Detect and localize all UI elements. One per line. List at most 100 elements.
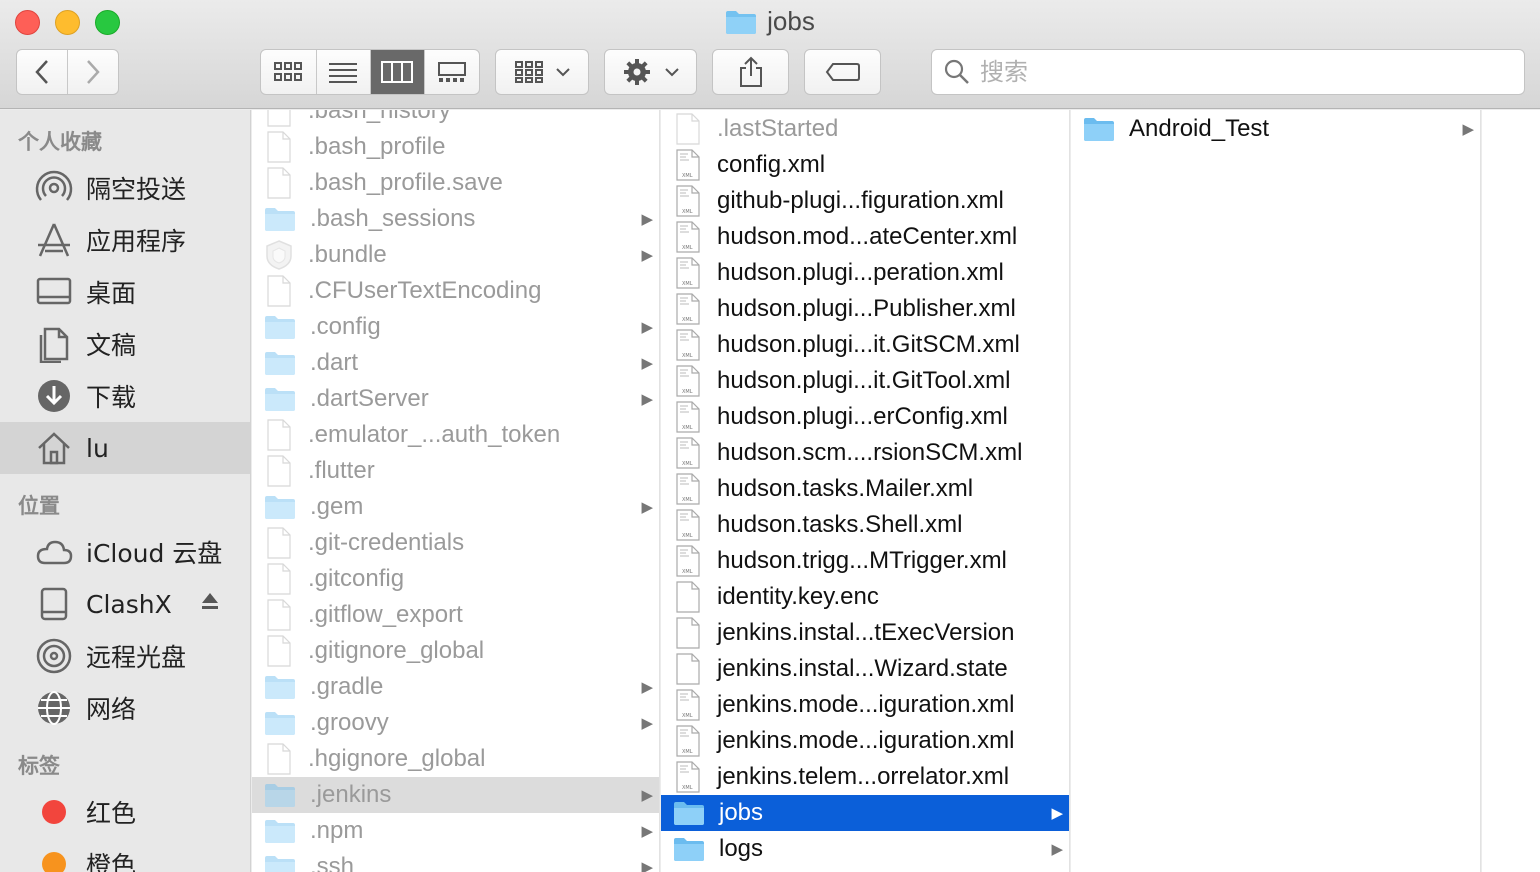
- svg-text:XML: XML: [682, 713, 693, 719]
- item-name: jenkins.instal...Wizard.state: [717, 655, 1008, 682]
- file-row[interactable]: XML hudson.mod...ateCenter.xml: [661, 219, 1069, 255]
- folder-row[interactable]: .gradle ▶: [252, 669, 659, 705]
- file-row[interactable]: jenkins.instal...Wizard.state: [661, 651, 1069, 687]
- item-name: hudson.mod...ateCenter.xml: [717, 223, 1018, 250]
- sidebar-item[interactable]: 下载: [0, 370, 250, 422]
- file-row[interactable]: .emulator_...auth_token: [252, 417, 659, 453]
- file-row[interactable]: .git-credentials: [252, 525, 659, 561]
- group-by-button[interactable]: [495, 49, 589, 95]
- file-row[interactable]: XML hudson.scm....rsionSCM.xml: [661, 435, 1069, 471]
- file-row[interactable]: .bash_profile: [252, 129, 659, 165]
- sidebar-item[interactable]: 桌面: [0, 266, 250, 318]
- folder-icon: [265, 820, 295, 843]
- folder-row[interactable]: .dartServer ▶: [252, 381, 659, 417]
- folder-row[interactable]: .gem ▶: [252, 489, 659, 525]
- gallery-view-button[interactable]: [425, 50, 479, 94]
- file-row[interactable]: XML config.xml: [661, 147, 1069, 183]
- sidebar-item[interactable]: 应用程序: [0, 214, 250, 266]
- share-button[interactable]: [712, 49, 789, 95]
- file-row[interactable]: .gitignore_global: [252, 633, 659, 669]
- file-row[interactable]: XML hudson.plugi...Publisher.xml: [661, 291, 1069, 327]
- item-name: hudson.plugi...peration.xml: [717, 259, 1004, 286]
- file-row[interactable]: XML hudson.plugi...peration.xml: [661, 255, 1069, 291]
- column-view-button[interactable]: [371, 50, 425, 94]
- disk-icon: [34, 584, 74, 624]
- file-row[interactable]: XML hudson.tasks.Shell.xml: [661, 507, 1069, 543]
- folder-icon: [265, 676, 295, 699]
- folder-row[interactable]: .groovy ▶: [252, 705, 659, 741]
- folder-icon: [265, 388, 295, 411]
- sidebar-item-label: ClashX: [86, 589, 172, 619]
- chevron-down-icon: [556, 68, 570, 77]
- item-name: .flutter: [308, 457, 375, 484]
- file-row[interactable]: XML jenkins.telem...orrelator.xml: [661, 759, 1069, 795]
- document-icon: [267, 743, 291, 775]
- forward-button[interactable]: [68, 50, 119, 94]
- folder-row[interactable]: logs ▶: [661, 831, 1069, 867]
- sidebar-item-label: 下载: [86, 383, 137, 412]
- column-jobs: Android_Test ▶: [1071, 110, 1481, 872]
- document-icon: [267, 455, 291, 487]
- search-input[interactable]: [980, 58, 1500, 86]
- sidebar-item-label: 橙色: [86, 851, 137, 872]
- icon-view-button[interactable]: [261, 50, 317, 94]
- chevron-down-icon: [664, 68, 679, 77]
- file-row[interactable]: .lastStarted: [661, 111, 1069, 147]
- sidebar-item[interactable]: 红色: [0, 786, 250, 838]
- search-field[interactable]: [931, 49, 1525, 95]
- chevron-left-icon: [35, 60, 48, 84]
- edit-tags-button[interactable]: [804, 49, 881, 95]
- file-row[interactable]: .gitflow_export: [252, 597, 659, 633]
- xml-file-icon: XML: [676, 473, 700, 505]
- folder-row[interactable]: jobs ▶: [661, 795, 1069, 831]
- sidebar-item[interactable]: 橙色: [0, 838, 250, 872]
- file-row[interactable]: XML hudson.plugi...erConfig.xml: [661, 399, 1069, 435]
- folder-row[interactable]: .ssh ▶: [252, 849, 659, 872]
- sidebar-item[interactable]: lu: [0, 422, 250, 474]
- sidebar-item[interactable]: 文稿: [0, 318, 250, 370]
- file-row[interactable]: XML jenkins.mode...iguration.xml: [661, 687, 1069, 723]
- item-name: .gitignore_global: [308, 637, 485, 664]
- action-button[interactable]: [604, 49, 697, 95]
- file-row[interactable]: .CFUserTextEncoding: [252, 273, 659, 309]
- file-row[interactable]: XML hudson.plugi...it.GitSCM.xml: [661, 327, 1069, 363]
- file-row[interactable]: .bundle ▶: [252, 237, 659, 273]
- file-row[interactable]: .hgignore_global: [252, 741, 659, 777]
- file-row[interactable]: XML jenkins.mode...iguration.xml: [661, 723, 1069, 759]
- xml-file-icon: XML: [676, 725, 700, 757]
- sidebar-item[interactable]: 隔空投送: [0, 162, 250, 214]
- file-row[interactable]: XML github-plugi...figuration.xml: [661, 183, 1069, 219]
- sidebar-item[interactable]: 远程光盘: [0, 630, 250, 682]
- file-row[interactable]: .gitconfig: [252, 561, 659, 597]
- file-row[interactable]: XML hudson.trigg...MTrigger.xml: [661, 543, 1069, 579]
- file-row[interactable]: XML hudson.plugi...it.GitTool.xml: [661, 363, 1069, 399]
- gear-icon: [623, 59, 650, 85]
- folder-row[interactable]: .bash_sessions ▶: [252, 201, 659, 237]
- folder-icon: [265, 856, 295, 872]
- sidebar-item[interactable]: 网络: [0, 682, 250, 734]
- file-row[interactable]: identity.key.enc: [661, 579, 1069, 615]
- folder-row[interactable]: .dart ▶: [252, 345, 659, 381]
- folder-row[interactable]: Android_Test ▶: [1071, 111, 1480, 147]
- list-view-button[interactable]: [317, 50, 371, 94]
- folder-row[interactable]: .npm ▶: [252, 813, 659, 849]
- file-row[interactable]: .bash_profile.save: [252, 165, 659, 201]
- file-row[interactable]: XML hudson.tasks.Mailer.xml: [661, 471, 1069, 507]
- file-row[interactable]: .bash_history: [252, 110, 659, 129]
- file-row[interactable]: jenkins.instal...tExecVersion: [661, 615, 1069, 651]
- file-row[interactable]: .flutter: [252, 453, 659, 489]
- sidebar-item-label: iCloud 云盘: [86, 539, 223, 568]
- item-name: .gitflow_export: [308, 601, 463, 628]
- sidebar-item[interactable]: iCloud 云盘: [0, 526, 250, 578]
- disclosure-arrow-icon: ▶: [641, 247, 653, 264]
- sidebar-item[interactable]: ClashX: [0, 578, 250, 630]
- folder-row[interactable]: .config ▶: [252, 309, 659, 345]
- back-button[interactable]: [17, 50, 68, 94]
- item-name: hudson.plugi...it.GitSCM.xml: [717, 331, 1020, 358]
- window-title: jobs: [0, 6, 1540, 37]
- eject-icon[interactable]: [200, 590, 220, 619]
- item-name: jenkins.mode...iguration.xml: [717, 691, 1015, 718]
- navigation-buttons: [16, 49, 119, 95]
- column-home-list: .bash_history .bash_profile .bash_profile.…: [252, 110, 659, 872]
- folder-row[interactable]: .jenkins ▶: [252, 777, 659, 813]
